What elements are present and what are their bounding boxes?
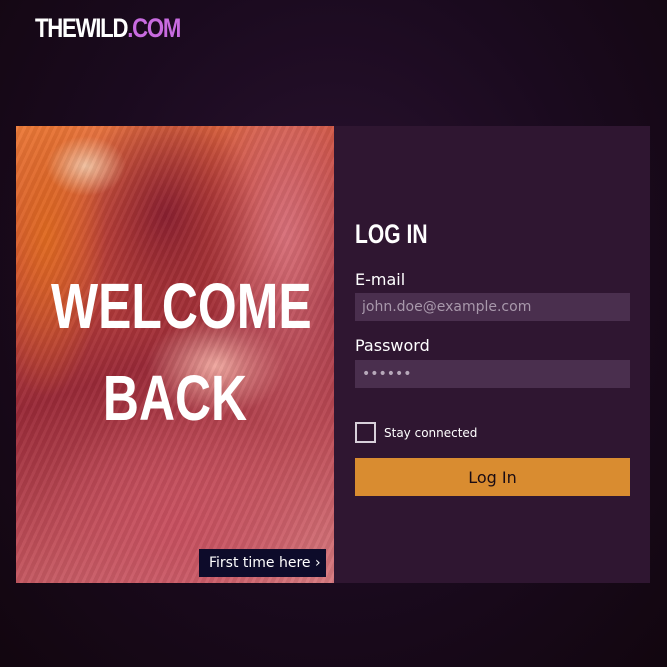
stay-connected-checkbox[interactable] <box>355 422 376 443</box>
password-label: Password <box>355 336 430 355</box>
canyon-texture <box>16 126 334 583</box>
site-logo[interactable]: THEWILD.COM <box>35 13 181 44</box>
login-title: LOG IN <box>355 219 428 249</box>
first-time-signup-link[interactable]: First time here › <box>199 549 326 577</box>
login-form-panel: LOG IN E-mail Password Stay connected Lo… <box>334 126 650 583</box>
login-card: WELCOME BACK First time here › LOG IN E-… <box>16 126 650 583</box>
hero-image-panel: WELCOME BACK First time here › <box>16 126 334 583</box>
login-button[interactable]: Log In <box>355 458 630 496</box>
stay-connected-label: Stay connected <box>384 425 478 440</box>
hero-title-line2: BACK <box>102 362 248 434</box>
email-field[interactable] <box>355 293 630 321</box>
stay-connected-row[interactable]: Stay connected <box>355 422 477 443</box>
password-field[interactable] <box>355 360 630 388</box>
hero-title-line1: WELCOME <box>50 270 312 342</box>
logo-brand: THEWILD <box>35 13 128 43</box>
email-label: E-mail <box>355 270 406 289</box>
logo-tld: .COM <box>127 13 181 43</box>
